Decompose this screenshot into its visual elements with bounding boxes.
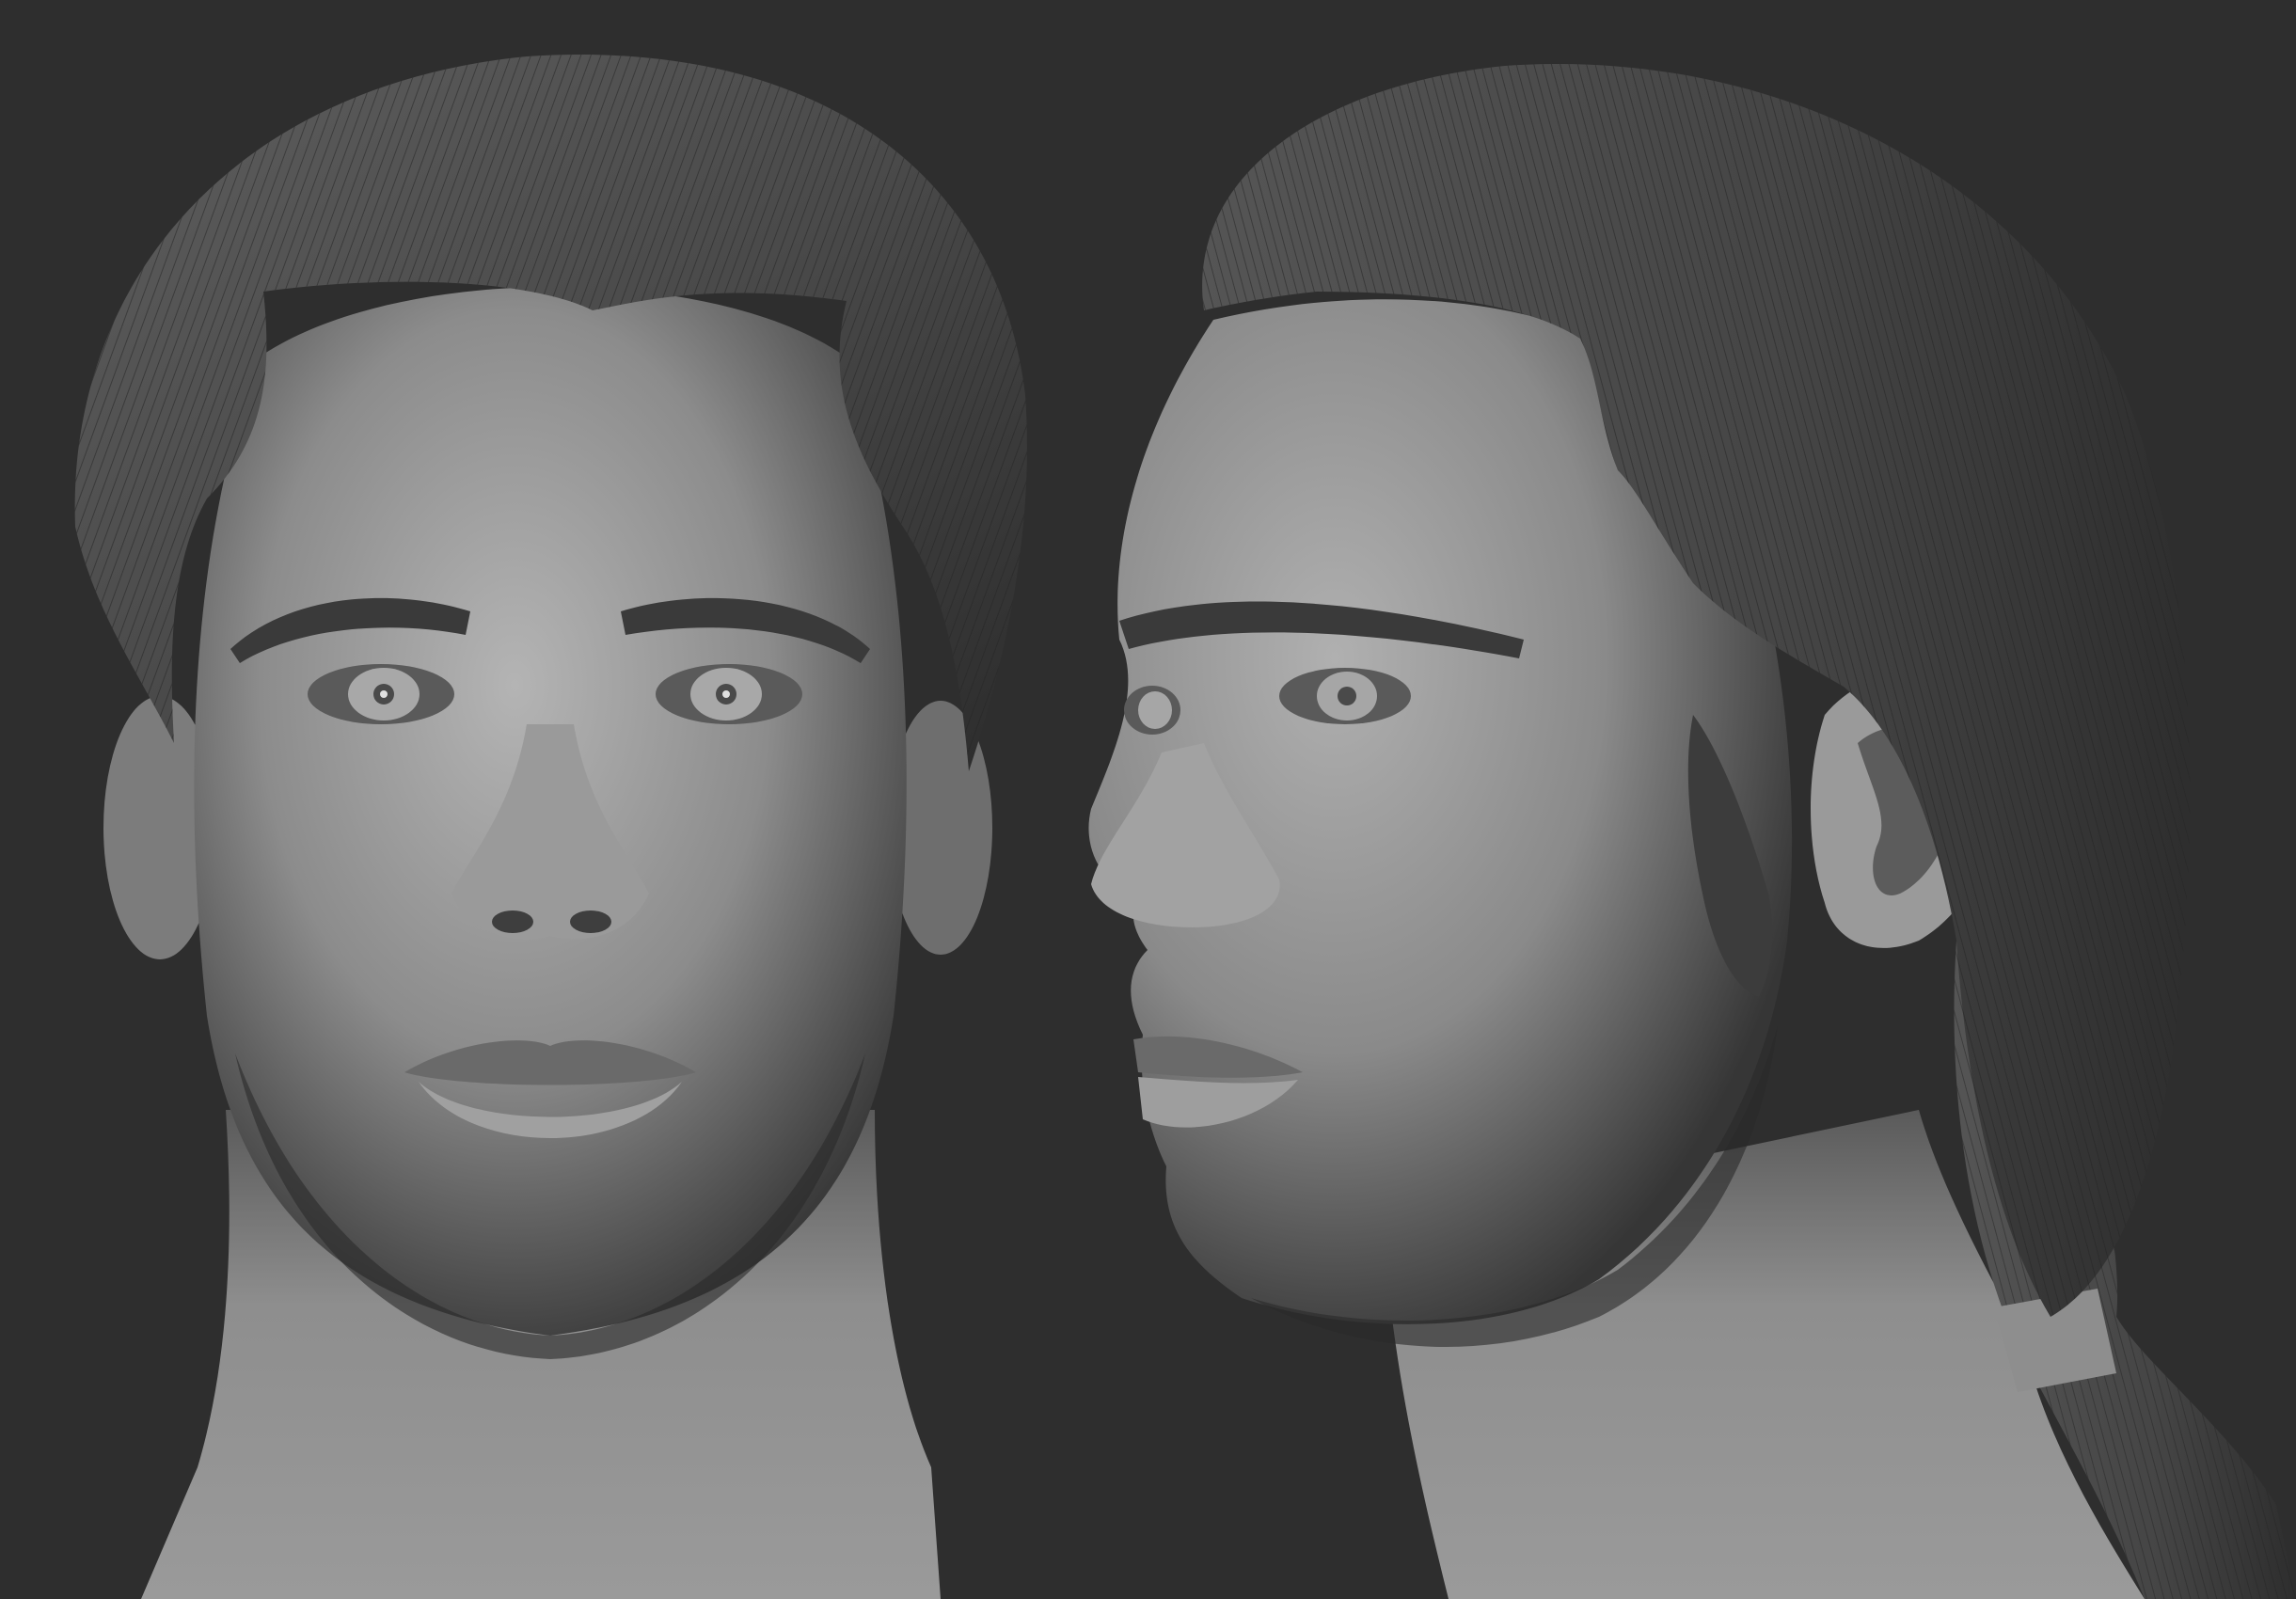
front-right-eye — [656, 664, 802, 724]
front-view-head — [74, 54, 1027, 1599]
side-near-eye — [1279, 668, 1411, 724]
sculpt-render-canvas — [0, 0, 2296, 1599]
render-svg — [74, 54, 2296, 1599]
side-far-eye — [1124, 686, 1180, 735]
front-left-eye — [308, 664, 454, 724]
side-view-head — [1088, 63, 2296, 1599]
